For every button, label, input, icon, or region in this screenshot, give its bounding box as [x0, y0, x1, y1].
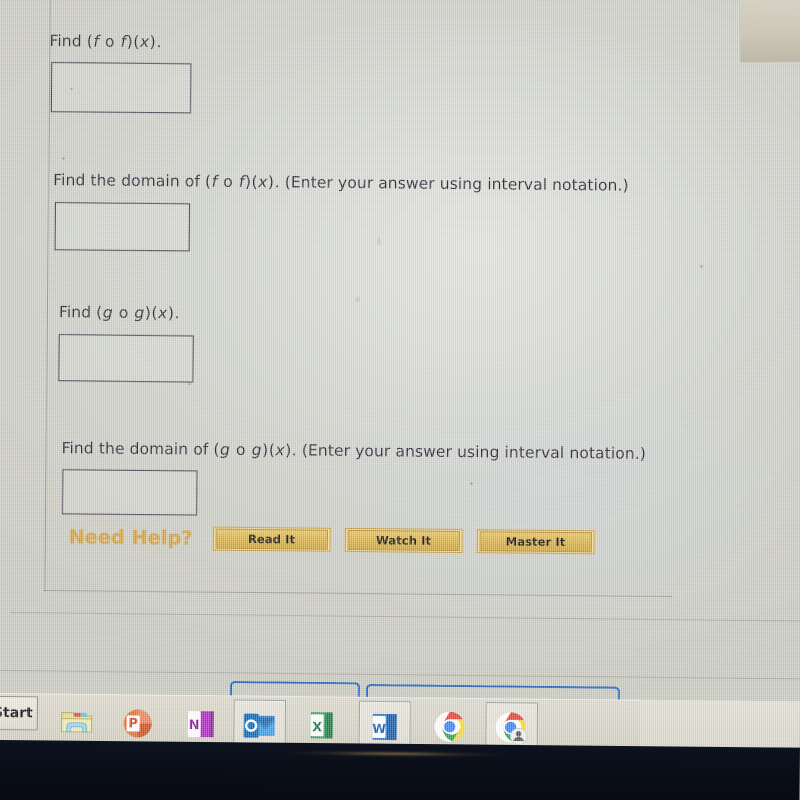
powerpoint-icon: P — [123, 709, 152, 738]
answer-input-4[interactable] — [61, 469, 198, 516]
start-button[interactable]: Start — [0, 695, 38, 731]
question-panel: Find (f o f)(x). Find the domain of (f o… — [38, 0, 800, 609]
excel-icon: X — [310, 712, 333, 739]
svg-text:P: P — [128, 716, 138, 731]
question-block-2: Find the domain of (f o f)(x). (Enter yo… — [42, 171, 629, 252]
svg-text:X: X — [312, 720, 322, 735]
read-it-button-label: Read It — [215, 528, 328, 550]
question-4-prompt: Find the domain of (g o g)(x). (Enter yo… — [62, 439, 646, 463]
question-4-text: Find the domain of (g o g)(x). (Enter yo… — [61, 439, 647, 463]
page-separator-1 — [9, 612, 800, 622]
answer-input-2[interactable] — [54, 202, 190, 252]
monitor-bezel — [0, 740, 800, 800]
outlook-icon — [243, 713, 275, 738]
need-help-label: Need Help? — [68, 526, 193, 550]
need-help-row: Need Help? Read It Watch It Master It — [68, 525, 595, 555]
answer-input-3[interactable] — [58, 334, 194, 383]
word-icon: W — [372, 713, 397, 741]
watch-it-button[interactable]: Watch It — [344, 527, 463, 554]
screen-speck — [355, 297, 360, 302]
master-it-button[interactable]: Master It — [476, 529, 595, 555]
page-separator-2 — [0, 670, 800, 680]
question-1-prompt: Find (f o f)(x). — [49, 32, 161, 51]
question-3-prompt: Find (g o g)(x). — [59, 303, 180, 322]
question-block-1: Find (f o f)(x). — [43, 32, 192, 114]
svg-text:N: N — [189, 718, 200, 733]
screen-speck — [188, 383, 191, 385]
question-2-prompt: Find the domain of (f o f)(x). (Enter yo… — [53, 171, 629, 195]
screen-speck — [470, 482, 473, 485]
question-3-text: Find (g o g)(x). — [58, 303, 180, 323]
screen-speck — [700, 265, 703, 268]
photo-of-screen: Find (f o f)(x). Find the domain of (f o… — [0, 0, 800, 800]
panel-left-rule — [44, 0, 51, 593]
start-button-label: Start — [0, 704, 33, 722]
panel-bottom-rule — [44, 590, 673, 598]
file-explorer-icon — [61, 712, 93, 733]
screen-speck — [377, 237, 381, 246]
question-block-3: Find (g o g)(x). — [41, 303, 194, 383]
svg-text:W: W — [372, 721, 386, 736]
taskbar-notification-area — [639, 699, 800, 752]
bezel-reflection — [279, 750, 510, 757]
onenote-icon: N — [187, 710, 214, 738]
watch-it-button-label: Watch It — [347, 529, 460, 552]
chrome-icon — [434, 711, 465, 742]
master-it-button-label: Master It — [479, 531, 592, 553]
screen-speck — [62, 157, 65, 160]
question-block-4: Find the domain of (g o g)(x). (Enter yo… — [40, 439, 646, 516]
read-it-button[interactable]: Read It — [212, 526, 331, 552]
screen-speck — [70, 88, 73, 90]
question-2-text: Find the domain of (f o f)(x). (Enter yo… — [53, 171, 629, 195]
bezel-right-highlight — [739, 0, 800, 63]
chrome-profile-icon — [495, 712, 527, 745]
question-1-text: Find (f o f)(x). — [49, 32, 162, 52]
monitor-screen: Find (f o f)(x). Find the domain of (f o… — [0, 0, 800, 752]
